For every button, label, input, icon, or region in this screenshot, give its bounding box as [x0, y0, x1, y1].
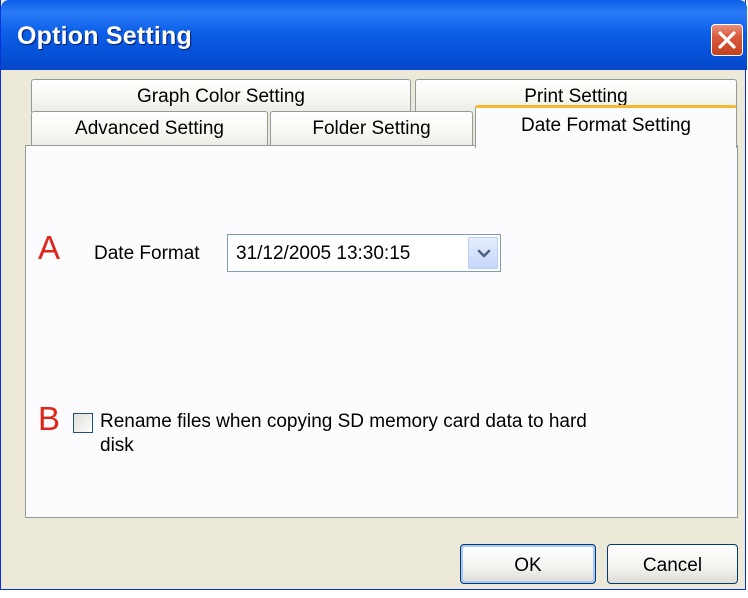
annotation-marker-a: A — [38, 229, 61, 266]
cancel-button[interactable]: Cancel — [607, 544, 738, 584]
rename-files-label-continued: disk — [100, 435, 134, 456]
date-format-value: 31/12/2005 13:30:15 — [236, 243, 411, 264]
chevron-down-icon — [477, 249, 491, 258]
date-format-select[interactable]: 31/12/2005 13:30:15 — [227, 234, 501, 272]
tab-label: Advanced Setting — [75, 118, 224, 139]
annotation-marker-b: B — [38, 400, 61, 437]
close-button[interactable] — [711, 24, 743, 56]
cancel-button-label: Cancel — [642, 555, 703, 576]
date-format-label: Date Format — [94, 243, 200, 264]
dropdown-button[interactable] — [468, 237, 498, 269]
rename-files-label: Rename files when copying SD memory card… — [100, 411, 587, 432]
tab-date-format-setting[interactable]: Date Format Setting — [475, 105, 737, 148]
tab-label: Date Format Setting — [520, 115, 692, 136]
close-x-icon — [718, 31, 736, 49]
option-setting-dialog: Option Setting Graph Color Setting Print… — [0, 0, 747, 590]
rename-files-checkbox[interactable] — [73, 413, 93, 433]
tab-graph-color-setting[interactable]: Graph Color Setting — [31, 79, 411, 112]
dialog-title: Option Setting — [17, 22, 192, 50]
tab-label: Folder Setting — [312, 118, 431, 139]
tab-advanced-setting[interactable]: Advanced Setting — [31, 111, 268, 146]
tab-label: Graph Color Setting — [137, 86, 305, 107]
ok-button[interactable]: OK — [460, 544, 596, 584]
tab-folder-setting[interactable]: Folder Setting — [270, 111, 473, 146]
title-bar[interactable]: Option Setting — [1, 0, 747, 70]
ok-button-label: OK — [514, 555, 542, 576]
date-format-panel — [25, 145, 738, 518]
